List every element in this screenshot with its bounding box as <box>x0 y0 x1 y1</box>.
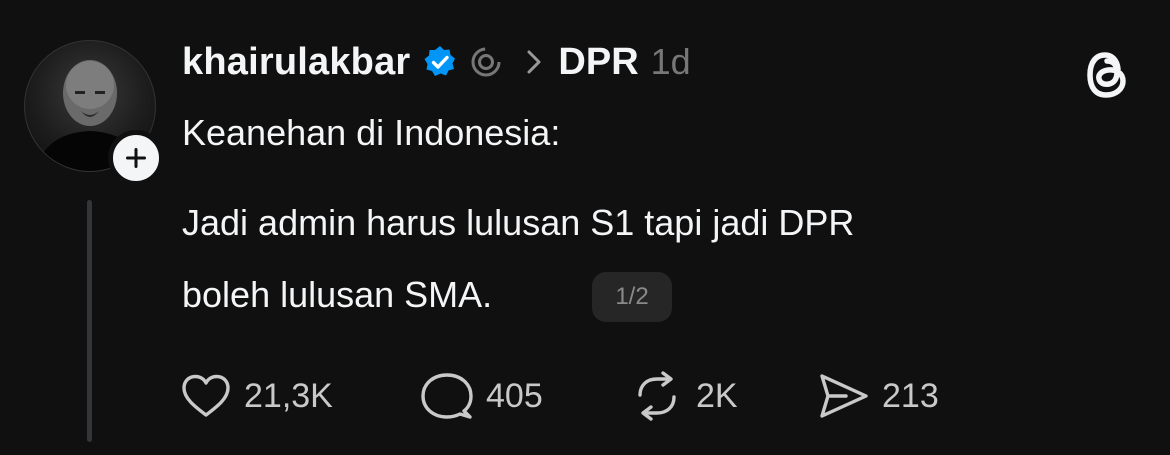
post-text-line-1: Keanehan di Indonesia: <box>182 112 561 153</box>
follow-button[interactable] <box>108 130 164 186</box>
repost-count: 2K <box>696 376 738 415</box>
share-button[interactable]: 213 <box>816 370 939 422</box>
verified-badge-icon <box>422 44 458 80</box>
reply-count: 405 <box>486 376 543 415</box>
post-header: khairulakbar DPR 1d <box>182 36 691 88</box>
post-timestamp: 1d <box>650 41 691 82</box>
thread-activity-icon <box>468 44 504 80</box>
topic-tag-link[interactable]: DPR <box>558 41 638 84</box>
repost-button[interactable]: 2K <box>630 370 738 422</box>
reply-button[interactable]: 405 <box>420 370 543 422</box>
comment-icon <box>421 373 473 419</box>
share-count: 213 <box>882 376 939 415</box>
like-button[interactable]: 21,3K <box>180 370 333 422</box>
post-text-line-3: boleh lulusan SMA. <box>182 274 493 315</box>
send-icon <box>820 374 868 418</box>
chevron-right-icon <box>526 49 542 75</box>
threads-logo-icon[interactable] <box>1082 46 1132 109</box>
page-indicator-badge[interactable]: 1/2 <box>592 272 672 322</box>
plus-icon <box>126 148 146 168</box>
username-link[interactable]: khairulakbar <box>182 41 410 84</box>
thread-connector-line <box>87 200 92 442</box>
post-text-line-2: Jadi admin harus lulusan S1 tapi jadi DP… <box>182 202 855 243</box>
repost-icon <box>638 371 676 421</box>
avatar-container[interactable] <box>24 40 164 186</box>
heart-icon <box>182 374 230 417</box>
like-count: 21,3K <box>244 376 333 415</box>
